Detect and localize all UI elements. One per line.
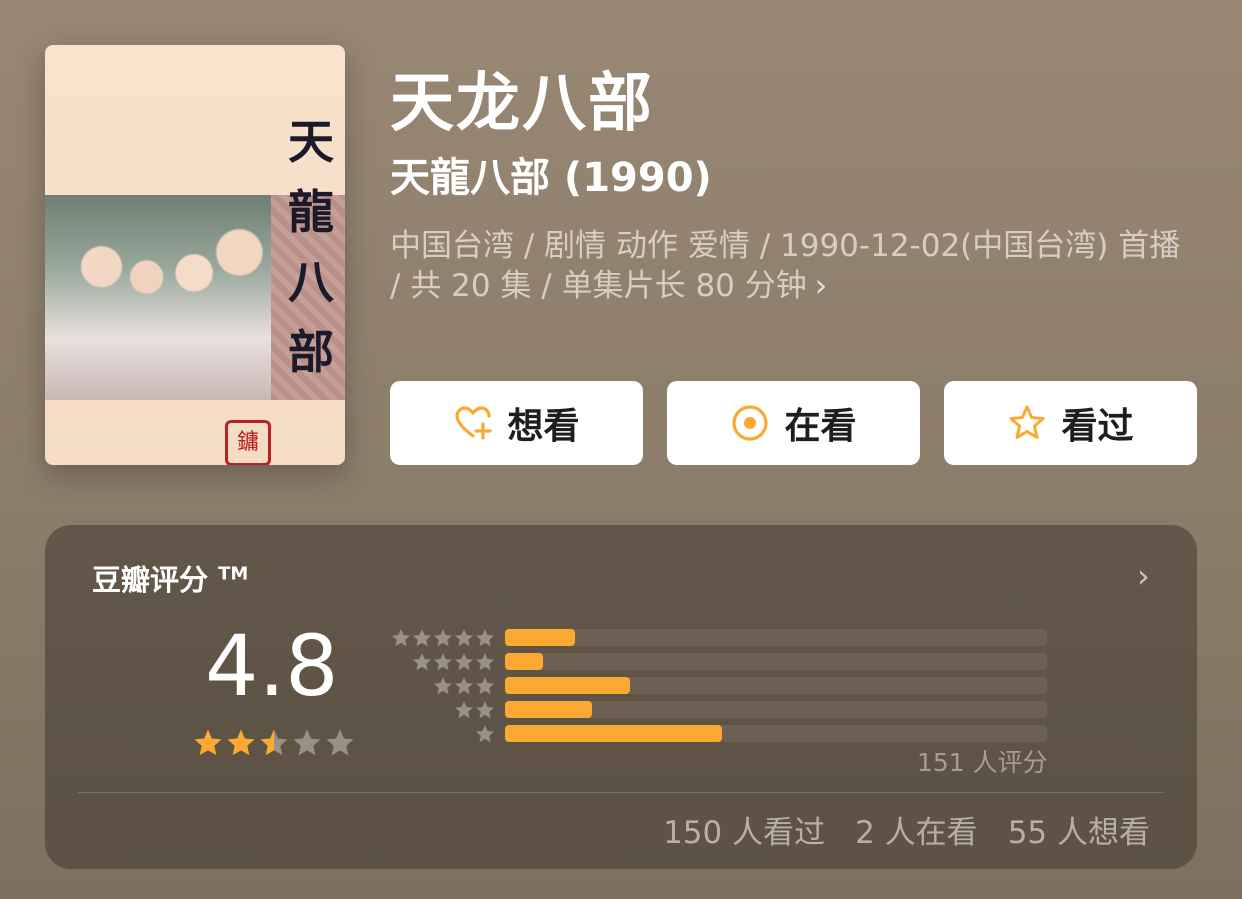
distribution-row-2 bbox=[385, 700, 1055, 720]
original-title: 天龍八部 (1990) bbox=[390, 155, 712, 201]
star-icon bbox=[433, 676, 453, 696]
distribution-bar-track bbox=[505, 701, 1047, 718]
star-icon bbox=[454, 628, 474, 648]
star-icon bbox=[475, 628, 495, 648]
star-icon bbox=[475, 652, 495, 672]
poster-seal: 鏞 bbox=[225, 420, 271, 465]
rating-label: 豆瓣评分 TM bbox=[92, 563, 249, 597]
page-title: 天龙八部 bbox=[390, 67, 654, 141]
watching-count[interactable]: 2 人在看 bbox=[855, 807, 978, 852]
target-icon bbox=[730, 403, 770, 443]
star-icon bbox=[391, 628, 411, 648]
want-count[interactable]: 55 人想看 bbox=[1008, 807, 1150, 852]
want-label: 想看 bbox=[507, 406, 580, 447]
star-icon bbox=[433, 652, 453, 672]
star-icon bbox=[475, 700, 495, 720]
distribution-stars bbox=[385, 700, 495, 720]
star-icon bbox=[292, 728, 322, 758]
distribution-bar-fill bbox=[505, 701, 592, 718]
star-icon bbox=[193, 728, 223, 758]
chevron-right-icon[interactable]: › bbox=[1137, 557, 1150, 595]
distribution-row-5 bbox=[385, 628, 1055, 648]
star-icon bbox=[454, 652, 474, 672]
want-to-watch-button[interactable]: 想看 bbox=[390, 381, 643, 465]
watched-label: 看过 bbox=[1061, 406, 1134, 447]
distribution-bar-fill bbox=[505, 725, 722, 742]
star-icon bbox=[412, 652, 432, 672]
star-icon bbox=[325, 728, 355, 758]
distribution-bar-fill bbox=[505, 677, 630, 694]
chevron-right-icon: › bbox=[814, 268, 828, 304]
star-outline-icon bbox=[1007, 403, 1047, 443]
distribution-row-3 bbox=[385, 676, 1055, 696]
divider bbox=[78, 792, 1164, 793]
meta-info[interactable]: 中国台湾 / 剧情 动作 爱情 / 1990-12-02(中国台湾) 首播 / … bbox=[390, 226, 1200, 306]
distribution-bar-track bbox=[505, 629, 1047, 646]
distribution-bar-track bbox=[505, 653, 1047, 670]
watching-label: 在看 bbox=[784, 406, 857, 447]
watch-stats: 150 人看过 2 人在看 55 人想看 bbox=[663, 807, 1150, 852]
star-icon bbox=[259, 728, 289, 758]
rating-card[interactable]: 豆瓣评分 TM › 4.8 151 人评分 150 人看过 2 人在看 55 人… bbox=[45, 525, 1197, 869]
distribution-bar-fill bbox=[505, 629, 576, 646]
star-icon bbox=[433, 628, 453, 648]
distribution-bar-fill bbox=[505, 653, 543, 670]
watched-count[interactable]: 150 人看过 bbox=[663, 807, 825, 852]
poster-image[interactable]: 天龍八部 鏞 bbox=[45, 45, 345, 465]
distribution-row-4 bbox=[385, 652, 1055, 672]
rater-count: 151 人评分 bbox=[917, 748, 1048, 777]
star-icon bbox=[475, 676, 495, 696]
distribution-stars bbox=[385, 628, 495, 648]
distribution-row-1 bbox=[385, 724, 1055, 744]
star-icon bbox=[454, 676, 474, 696]
distribution-bar-track bbox=[505, 677, 1047, 694]
distribution-stars bbox=[385, 676, 495, 696]
distribution-bar-track bbox=[505, 725, 1047, 742]
poster-vertical-title: 天龍八部 bbox=[288, 115, 334, 379]
star-icon bbox=[454, 700, 474, 720]
trademark-mark: TM bbox=[218, 563, 249, 585]
watching-button[interactable]: 在看 bbox=[667, 381, 920, 465]
poster-photo bbox=[45, 195, 271, 400]
star-icon bbox=[475, 724, 495, 744]
distribution-stars bbox=[385, 724, 495, 744]
meta-text: 中国台湾 / 剧情 动作 爱情 / 1990-12-02(中国台湾) 首播 / … bbox=[390, 228, 1181, 304]
rating-stars bbox=[193, 728, 358, 758]
watched-button[interactable]: 看过 bbox=[944, 381, 1197, 465]
star-icon bbox=[412, 628, 432, 648]
rating-score: 4.8 bbox=[205, 617, 339, 715]
star-icon bbox=[226, 728, 256, 758]
distribution-stars bbox=[385, 652, 495, 672]
heart-plus-icon bbox=[453, 403, 493, 443]
